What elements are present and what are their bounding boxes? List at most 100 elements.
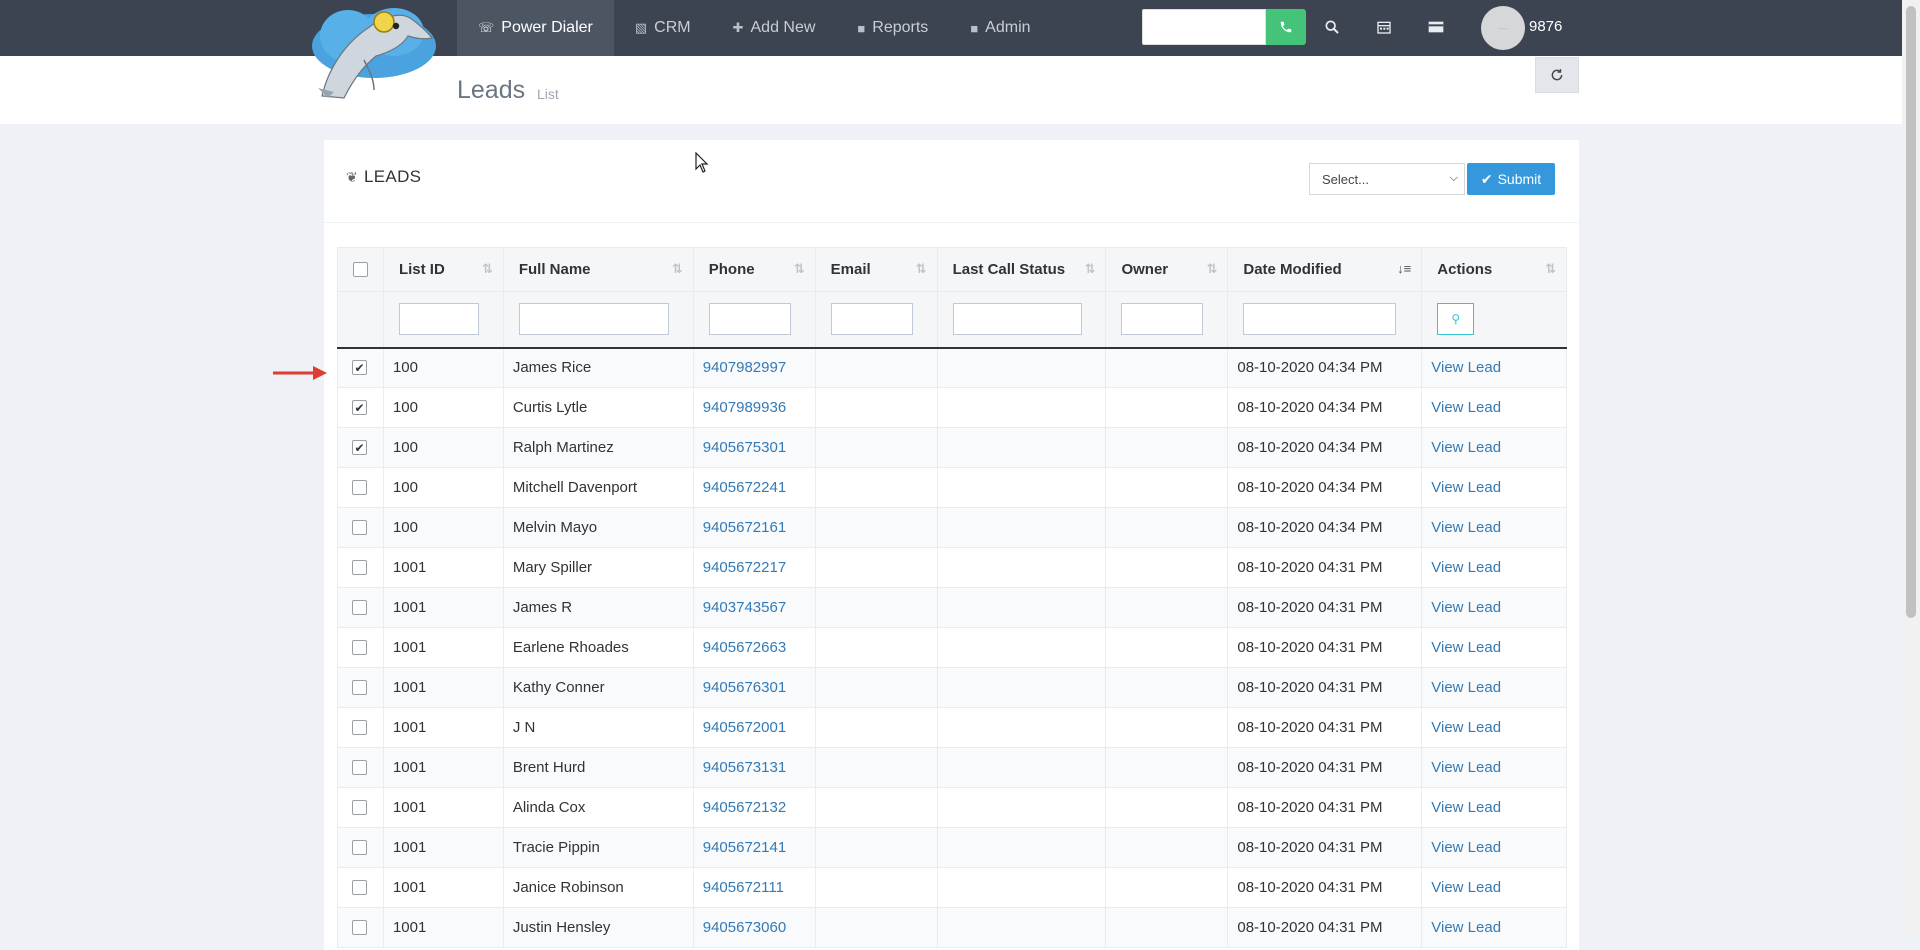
phone-link[interactable]: 9403743567	[703, 599, 786, 616]
table-row: 1001 Kathy Conner 9405676301 08-10-2020 04:…	[337, 667, 1567, 708]
col-actions[interactable]: Actions ⇅	[1421, 247, 1567, 292]
row-checkbox[interactable]	[352, 640, 367, 655]
phone-link[interactable]: 9405672663	[703, 639, 786, 656]
filter-owner-input[interactable]	[1121, 303, 1204, 336]
phone-link[interactable]: 9405673131	[703, 759, 786, 776]
phone-link[interactable]: 9405675301	[703, 439, 786, 456]
row-select-cell	[337, 867, 384, 908]
view-lead-link[interactable]: View Lead	[1431, 599, 1501, 616]
view-lead-link[interactable]: View Lead	[1431, 679, 1501, 696]
list-id-cell: 1001	[382, 787, 504, 828]
view-lead-link[interactable]: View Lead	[1431, 479, 1501, 496]
owner-cell	[1105, 627, 1229, 668]
view-lead-link[interactable]: View Lead	[1431, 519, 1501, 536]
row-checkbox[interactable]	[352, 760, 367, 775]
filter-list-id-input[interactable]	[398, 303, 479, 336]
filter-date-modified-input[interactable]	[1243, 303, 1397, 336]
col-phone[interactable]: Phone ⇅	[692, 247, 816, 292]
view-lead-link[interactable]: View Lead	[1431, 879, 1501, 896]
col-full-name[interactable]: Full Name ⇅	[502, 247, 694, 292]
refresh-button[interactable]	[1535, 57, 1579, 93]
list-id-value: 1001	[392, 599, 427, 616]
phone-link[interactable]: 9405672141	[703, 839, 786, 856]
card-button[interactable]	[1410, 9, 1462, 45]
col-list-id[interactable]: List ID ⇅	[382, 247, 504, 292]
select-all-checkbox[interactable]	[353, 262, 368, 277]
filter-last-call-status-input[interactable]	[952, 303, 1082, 336]
page-scrollbar[interactable]	[1902, 0, 1920, 937]
phone-link[interactable]: 9405672132	[703, 799, 786, 816]
nav-power-dialer[interactable]: ☏ Power Dialer	[457, 0, 614, 56]
phone-link[interactable]: 9407982997	[703, 359, 786, 376]
row-checkbox[interactable]	[352, 720, 367, 735]
last-call-status-cell	[936, 827, 1107, 868]
view-lead-link[interactable]: View Lead	[1431, 759, 1501, 776]
view-lead-link[interactable]: View Lead	[1431, 799, 1501, 816]
filter-search-button[interactable]: ⚲	[1437, 303, 1475, 336]
phone-link[interactable]: 9407989936	[703, 399, 786, 416]
col-owner[interactable]: Owner ⇅	[1105, 247, 1229, 292]
calendar-button[interactable]	[1358, 9, 1410, 45]
bulk-action-select[interactable]: Select... ⌵	[1309, 163, 1465, 195]
full-name-cell: Ralph Martinez	[502, 427, 694, 468]
filter-phone-input[interactable]	[708, 303, 791, 336]
scrollbar-thumb[interactable]	[1906, 6, 1916, 618]
dial-input[interactable]	[1142, 9, 1266, 45]
phone-cell: 9405672111	[692, 867, 816, 908]
avatar[interactable]: —	[1481, 6, 1525, 50]
view-lead-link[interactable]: View Lead	[1431, 839, 1501, 856]
row-checkbox[interactable]: ✔	[352, 360, 367, 376]
row-checkbox[interactable]	[352, 880, 367, 895]
phone-link[interactable]: 9405676301	[703, 679, 786, 696]
row-checkbox[interactable]: ✔	[352, 440, 367, 455]
row-select-cell	[337, 707, 384, 748]
call-button[interactable]	[1266, 9, 1306, 45]
date-modified-value: 08-10-2020 04:31 PM	[1237, 679, 1383, 696]
row-checkbox[interactable]	[352, 600, 367, 615]
phone-link[interactable]: 9405672111	[703, 879, 784, 896]
row-checkbox[interactable]	[352, 840, 367, 855]
owner-cell	[1105, 427, 1229, 468]
row-checkbox[interactable]: ✔	[352, 400, 367, 415]
phone-link[interactable]: 9405672217	[703, 559, 786, 576]
plus-icon: ✚	[732, 20, 744, 35]
phone-link[interactable]: 9405672241	[703, 479, 786, 496]
leaf-icon: ❦	[346, 168, 359, 185]
row-checkbox[interactable]	[352, 480, 367, 495]
page-title: Leads	[457, 76, 526, 104]
view-lead-link[interactable]: View Lead	[1431, 559, 1501, 576]
nav-label: CRM	[654, 19, 691, 36]
view-lead-link[interactable]: View Lead	[1431, 359, 1501, 376]
view-lead-link[interactable]: View Lead	[1431, 919, 1501, 936]
nav-add-new[interactable]: ✚ Add New	[712, 0, 837, 56]
row-checkbox[interactable]	[352, 520, 367, 535]
row-checkbox[interactable]	[352, 800, 367, 815]
user-extension[interactable]: 9876	[1529, 18, 1562, 35]
nav-label: Reports	[872, 19, 929, 36]
search-button[interactable]	[1306, 9, 1358, 45]
nav-crm[interactable]: ▧ CRM	[614, 0, 712, 56]
row-checkbox[interactable]	[352, 680, 367, 695]
filter-full-name-input[interactable]	[518, 303, 669, 336]
actions-cell: View Lead	[1421, 787, 1567, 828]
owner-cell	[1105, 827, 1229, 868]
view-lead-link[interactable]: View Lead	[1431, 639, 1501, 656]
view-lead-link[interactable]: View Lead	[1431, 399, 1501, 416]
mouse-cursor-icon	[695, 152, 709, 173]
view-lead-link[interactable]: View Lead	[1431, 439, 1501, 456]
phone-link[interactable]: 9405672001	[703, 719, 786, 736]
nav-admin[interactable]: ■ Admin	[949, 0, 1051, 56]
phone-link[interactable]: 9405673060	[703, 919, 786, 936]
col-date-modified[interactable]: Date Modified ↓≡	[1227, 247, 1423, 292]
submit-button[interactable]: ✔ Submit	[1467, 163, 1555, 195]
view-lead-link[interactable]: View Lead	[1431, 719, 1501, 736]
row-checkbox[interactable]	[352, 920, 367, 935]
last-call-status-cell	[936, 787, 1107, 828]
row-checkbox[interactable]	[352, 560, 367, 575]
full-name-value: Mary Spiller	[512, 559, 593, 576]
col-last-call-status[interactable]: Last Call Status ⇅	[936, 247, 1107, 292]
nav-reports[interactable]: ■ Reports	[836, 0, 949, 56]
filter-email-input[interactable]	[830, 303, 913, 336]
phone-link[interactable]: 9405672161	[703, 519, 786, 536]
col-email[interactable]: Email ⇅	[814, 247, 938, 292]
